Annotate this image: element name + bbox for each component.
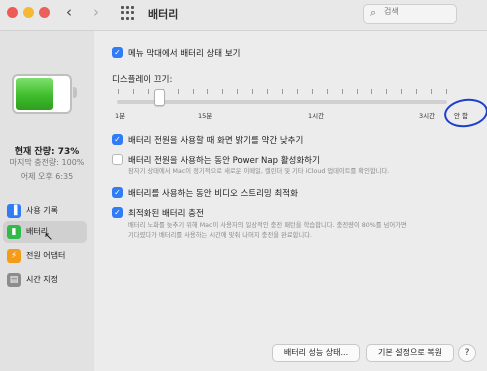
slider-tick <box>222 89 224 94</box>
dim-display-checkbox[interactable]: ✓ <box>112 134 123 145</box>
video-streaming-label: 배터리를 사용하는 동안 비디오 스트리밍 최적화 <box>128 189 298 199</box>
slider-tick <box>118 89 119 94</box>
window-title: 배터리 <box>148 8 179 21</box>
show-all-grid-icon[interactable] <box>121 6 135 20</box>
video-streaming-checkbox[interactable]: ✓ <box>112 187 123 198</box>
slider-tick <box>282 89 283 94</box>
optimized-charging-checkbox[interactable]: ✓ <box>112 207 123 218</box>
slider-tick <box>177 89 179 94</box>
power-nap-checkbox[interactable] <box>112 154 123 165</box>
sidebar-item-usage-history[interactable]: ▐ 사용 기록 <box>3 200 87 222</box>
slider-tick <box>147 89 149 94</box>
slider-tick <box>132 89 134 94</box>
bar-chart-icon: ▐ <box>7 204 21 218</box>
slider-tick <box>371 89 373 94</box>
lightning-icon: ⚡ <box>7 249 21 263</box>
last-charged-time: 어제 오후 6:35 <box>20 172 74 181</box>
slider-tick <box>431 89 433 94</box>
slider-tick <box>341 89 343 94</box>
menu-status-checkbox[interactable]: ✓ <box>112 47 123 58</box>
slider-tick <box>356 89 358 94</box>
mouse-pointer-icon: ↖ <box>44 230 54 243</box>
slider-tick <box>296 89 298 94</box>
slider-tick <box>416 89 418 94</box>
minimize-window-button[interactable] <box>23 7 34 18</box>
slider-tick <box>267 89 269 94</box>
search-field[interactable]: ⌕ <box>363 4 457 24</box>
slider-tick <box>446 89 447 94</box>
search-icon: ⌕ <box>370 6 377 19</box>
slider-tick <box>192 89 194 94</box>
slider-tick <box>237 89 239 94</box>
last-charged-level: 마지막 충전량: 100% <box>9 158 85 167</box>
sidebar-item-label: 전원 어댑터 <box>26 251 66 260</box>
slider-tick <box>386 89 388 94</box>
preferences-window: ‹ › 배터리 ⌕ 현재 잔량: 73% 마지막 충전량: 100% 어제 오후… <box>0 0 487 371</box>
slider-tick <box>252 89 254 94</box>
dim-display-label: 배터리 전원을 사용할 때 화면 밝기를 약간 낮추기 <box>128 136 304 146</box>
slider-tick-label: 15분 <box>198 112 213 120</box>
zoom-window-button[interactable] <box>39 7 50 18</box>
slider-tick <box>401 89 403 94</box>
sidebar-item-label: 시간 지정 <box>26 275 58 284</box>
optimized-charging-label: 최적화된 배터리 충전 <box>128 209 204 219</box>
battery-health-button[interactable]: 배터리 성능 상태... <box>272 344 360 362</box>
sidebar-item-label: 사용 기록 <box>26 206 58 215</box>
battery-icon: ▮ <box>7 225 21 239</box>
power-nap-label: 배터리 전원을 사용하는 동안 Power Nap 활성화하기 <box>128 156 320 166</box>
battery-nub <box>73 87 77 98</box>
help-button[interactable]: ? <box>458 344 476 362</box>
forward-chevron-icon[interactable]: › <box>93 3 99 21</box>
slider-tick <box>311 89 313 94</box>
calendar-icon: ▤ <box>7 273 21 287</box>
battery-level-icon <box>12 74 77 114</box>
current-charge-level: 현재 잔량: 73% <box>14 147 80 157</box>
display-off-slider-track[interactable] <box>117 100 447 104</box>
slider-tick-label: 3시간 <box>419 112 436 120</box>
battery-fill <box>16 78 53 110</box>
hand-drawn-circle-annotation <box>442 96 487 130</box>
power-nap-description: 잠자기 상태에서 Mac이 정기적으로 새로운 이메일, 캘린더 및 기타 iC… <box>128 168 390 175</box>
slider-tick <box>326 89 328 94</box>
display-off-label: 디스플레이 끄기: <box>112 75 173 85</box>
sidebar-item-power-adapter[interactable]: ⚡ 전원 어댑터 <box>3 245 87 267</box>
sidebar-item-schedule[interactable]: ▤ 시간 지정 <box>3 269 87 291</box>
search-input[interactable] <box>384 7 450 16</box>
close-window-button[interactable] <box>7 7 18 18</box>
display-off-slider-thumb[interactable] <box>154 89 165 106</box>
slider-tick-label: 1시간 <box>308 112 325 120</box>
sidebar: 현재 잔량: 73% 마지막 충전량: 100% 어제 오후 6:35 ▐ 사용… <box>0 31 94 371</box>
slider-tick-label: 1분 <box>115 112 126 120</box>
menu-status-label: 메뉴 막대에서 배터리 상태 보기 <box>128 49 241 59</box>
back-chevron-icon[interactable]: ‹ <box>66 3 72 21</box>
optimized-charging-description: 배터리 노화를 늦추기 위해 Mac이 사용자의 일상적인 충전 패턴을 학습합… <box>128 222 407 229</box>
slider-tick <box>207 89 209 94</box>
optimized-charging-description: 기다렸다가 배터리를 사용하는 시간에 맞춰 나머지 충전을 완료합니다. <box>128 232 313 239</box>
title-bar: ‹ › 배터리 ⌕ <box>0 0 487 31</box>
restore-defaults-button[interactable]: 기본 설정으로 복원 <box>366 344 454 362</box>
